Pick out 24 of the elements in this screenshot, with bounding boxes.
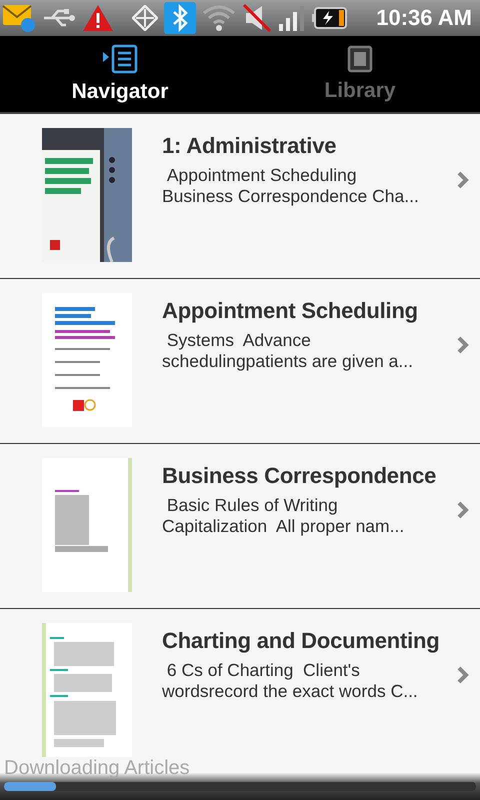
clock: 10:36 AM	[376, 5, 472, 31]
download-status: Downloading Articles	[4, 757, 190, 780]
chevron-right-icon	[456, 665, 470, 685]
article-summary: Basic Rules of Writing Capitalization All proper nam...	[162, 495, 406, 537]
article-title: Charting and Documenting	[162, 628, 441, 654]
chevron-right-icon	[456, 500, 470, 520]
chevron-right-icon	[456, 170, 470, 190]
wifi-icon	[202, 4, 236, 32]
article-summary: 6 Cs of Charting Client's wordsrecord the exact words C...	[162, 660, 419, 702]
bluetooth-icon	[164, 2, 196, 34]
article-title: Appointment Scheduling	[162, 298, 419, 324]
gps-icon	[132, 5, 158, 31]
list-icon	[102, 44, 138, 74]
book-icon	[347, 45, 373, 73]
article-summary: Systems Advance schedulingpatients are given a...	[162, 330, 414, 372]
article-title: Business Correspondence	[162, 463, 438, 489]
signal-icon	[278, 4, 306, 32]
article-title: 1: Administrative	[162, 133, 338, 159]
warning-icon	[82, 4, 114, 32]
article-summary: Appointment Scheduling Business Correspondence Cha...	[162, 165, 420, 207]
battery-icon	[312, 6, 348, 30]
muted-speaker-icon	[242, 3, 272, 33]
chevron-right-icon	[456, 335, 470, 355]
email-icon	[2, 3, 36, 33]
